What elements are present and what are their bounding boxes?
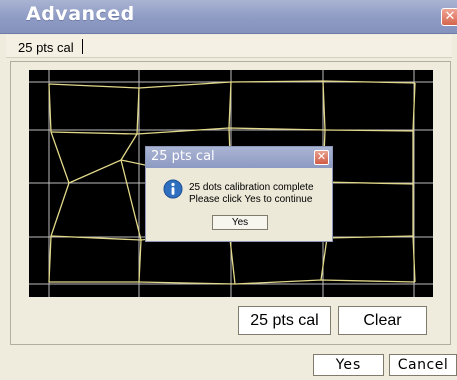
dialog-title-bar: 25 pts cal ✕ [146, 147, 332, 168]
dialog-message-line-2: Please click Yes to continue [189, 194, 313, 205]
mesh-line [50, 127, 414, 135]
title-bar: Advanced ✕ [0, 0, 457, 34]
dialog-message-line-1: 25 dots calibration complete [189, 182, 314, 193]
mesh-line [120, 87, 142, 283]
dialog-message: 25 dots calibration complete Please clic… [189, 182, 314, 206]
dialog-yes-button[interactable]: Yes [212, 215, 268, 230]
mesh-line [49, 279, 416, 285]
dialog-title: 25 pts cal [151, 149, 215, 164]
info-icon [163, 179, 183, 199]
calibration-mode-value: 25 pts cal [18, 40, 74, 55]
yes-button[interactable]: Yes [313, 354, 384, 376]
clear-button[interactable]: Clear [338, 306, 427, 335]
25-pts-cal-button[interactable]: 25 pts cal [238, 306, 331, 335]
window-title: Advanced [26, 3, 135, 25]
text-caret [82, 39, 83, 54]
close-icon[interactable]: ✕ [441, 8, 457, 26]
cancel-button[interactable]: Cancel [389, 354, 457, 376]
calibration-complete-dialog: 25 pts cal ✕ 25 dots calibration complet… [145, 146, 333, 242]
dialog-close-icon[interactable]: ✕ [314, 150, 329, 165]
